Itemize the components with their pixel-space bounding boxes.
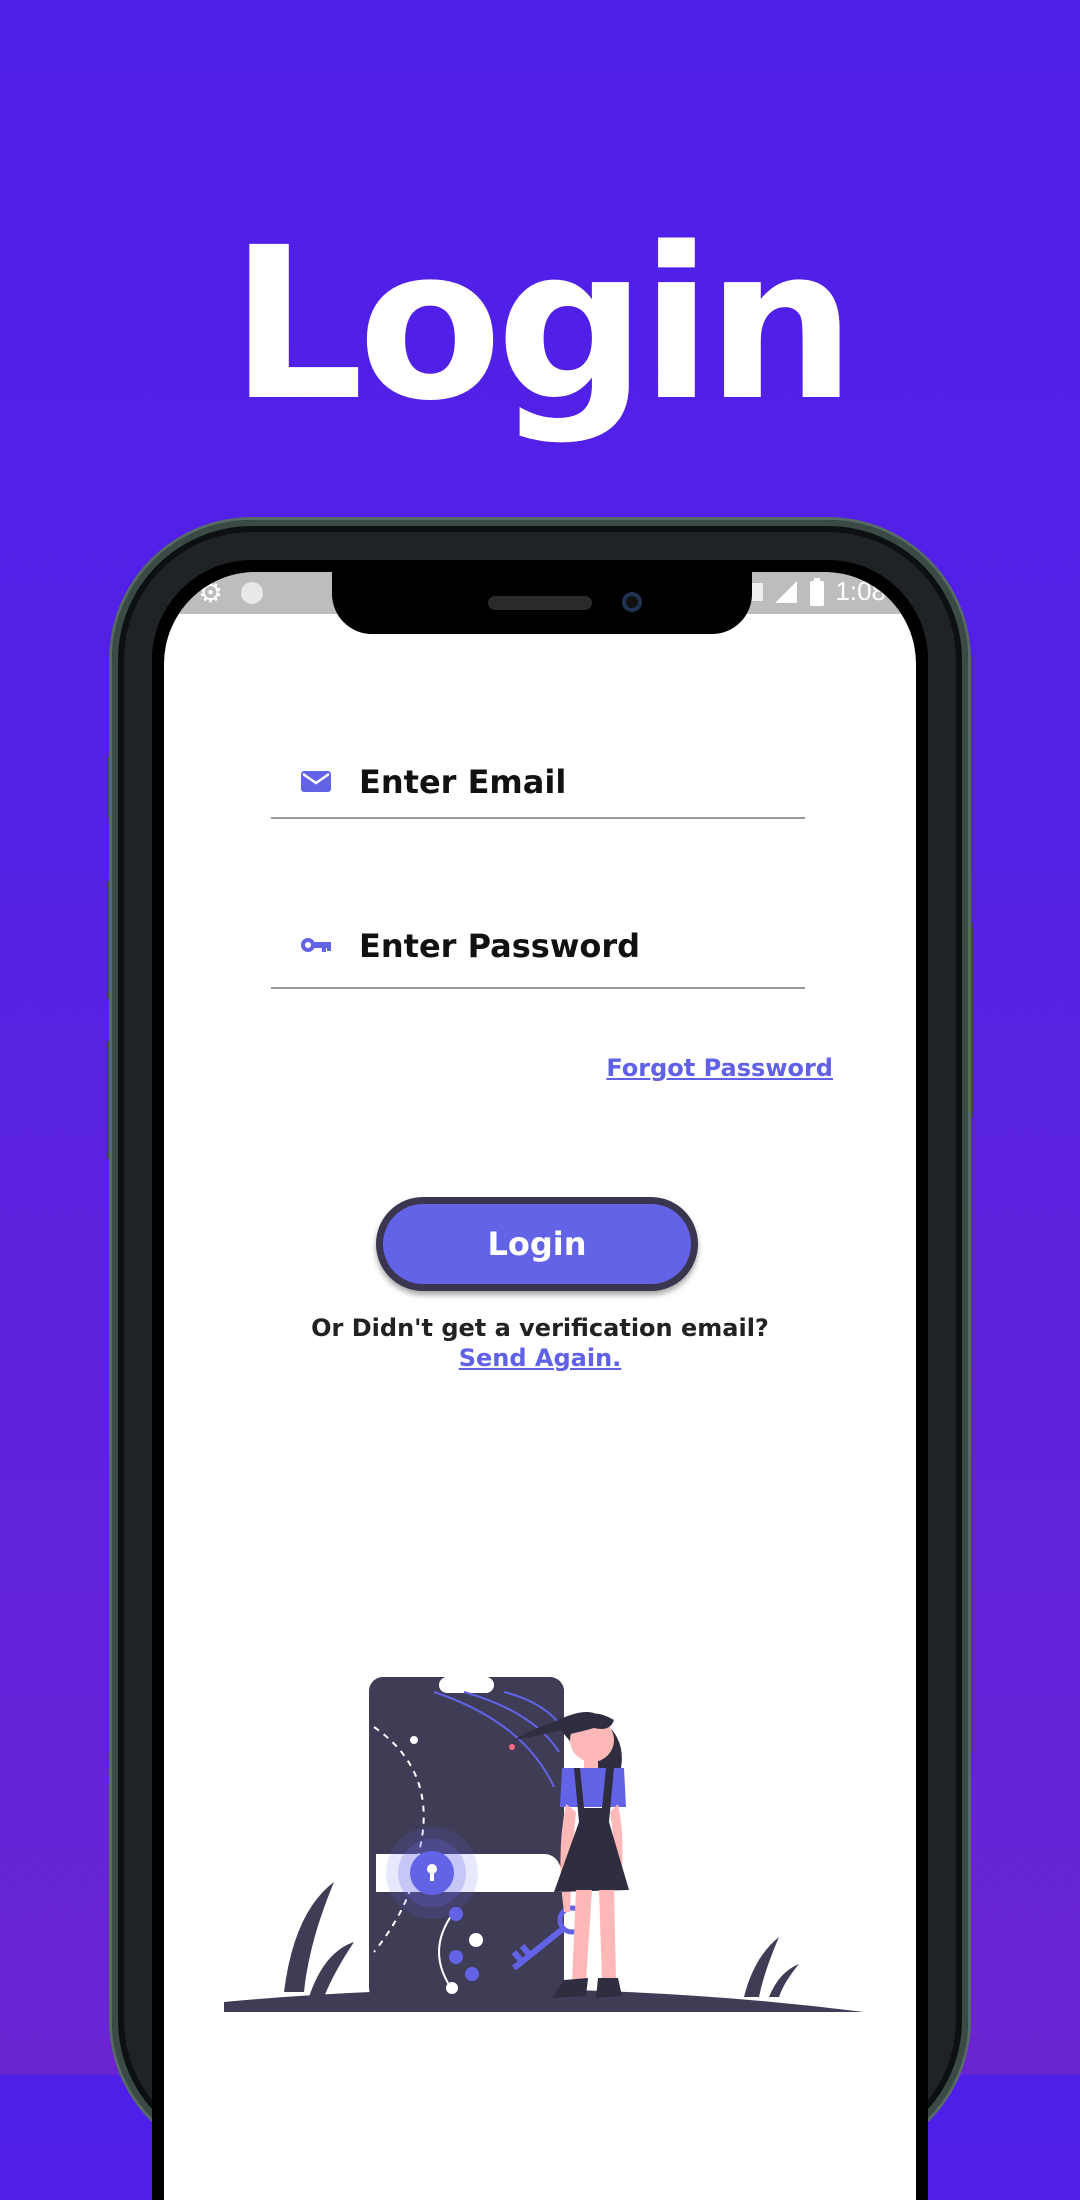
battery-icon bbox=[810, 577, 825, 606]
page-title: Login bbox=[230, 202, 856, 447]
password-placeholder: Enter Password bbox=[359, 927, 641, 965]
password-field[interactable]: Enter Password bbox=[271, 916, 805, 976]
phone-notch bbox=[332, 572, 752, 634]
key-icon bbox=[301, 938, 331, 952]
phone-frame: ⚙ 1:08 Enter Email Enter Password Forgot… bbox=[112, 520, 968, 2200]
password-underline bbox=[271, 987, 805, 989]
email-field[interactable]: Enter Email bbox=[271, 752, 805, 812]
login-button[interactable]: Login bbox=[376, 1197, 698, 1291]
email-placeholder: Enter Email bbox=[359, 763, 567, 801]
notification-dot-icon bbox=[241, 582, 264, 604]
front-camera bbox=[622, 592, 642, 612]
login-illustration bbox=[224, 1677, 864, 2012]
grass-left bbox=[284, 1882, 354, 1997]
email-icon bbox=[301, 771, 331, 792]
status-time: 1:08 bbox=[835, 576, 886, 606]
phone-screen: ⚙ 1:08 Enter Email Enter Password Forgot… bbox=[152, 560, 928, 2200]
verification-prompt: Or Didn't get a verification email? bbox=[311, 1314, 769, 1342]
grass-right bbox=[744, 1937, 799, 1997]
earpiece-speaker bbox=[488, 596, 592, 610]
signal-icon bbox=[775, 580, 798, 603]
app-display: ⚙ 1:08 Enter Email Enter Password Forgot… bbox=[164, 572, 916, 2200]
email-underline bbox=[271, 817, 805, 819]
settings-icon: ⚙ bbox=[198, 577, 224, 608]
forgot-password-link[interactable]: Forgot Password bbox=[606, 1054, 833, 1082]
send-again-link[interactable]: Send Again. bbox=[164, 1344, 916, 1372]
wifi-icon bbox=[751, 582, 764, 601]
